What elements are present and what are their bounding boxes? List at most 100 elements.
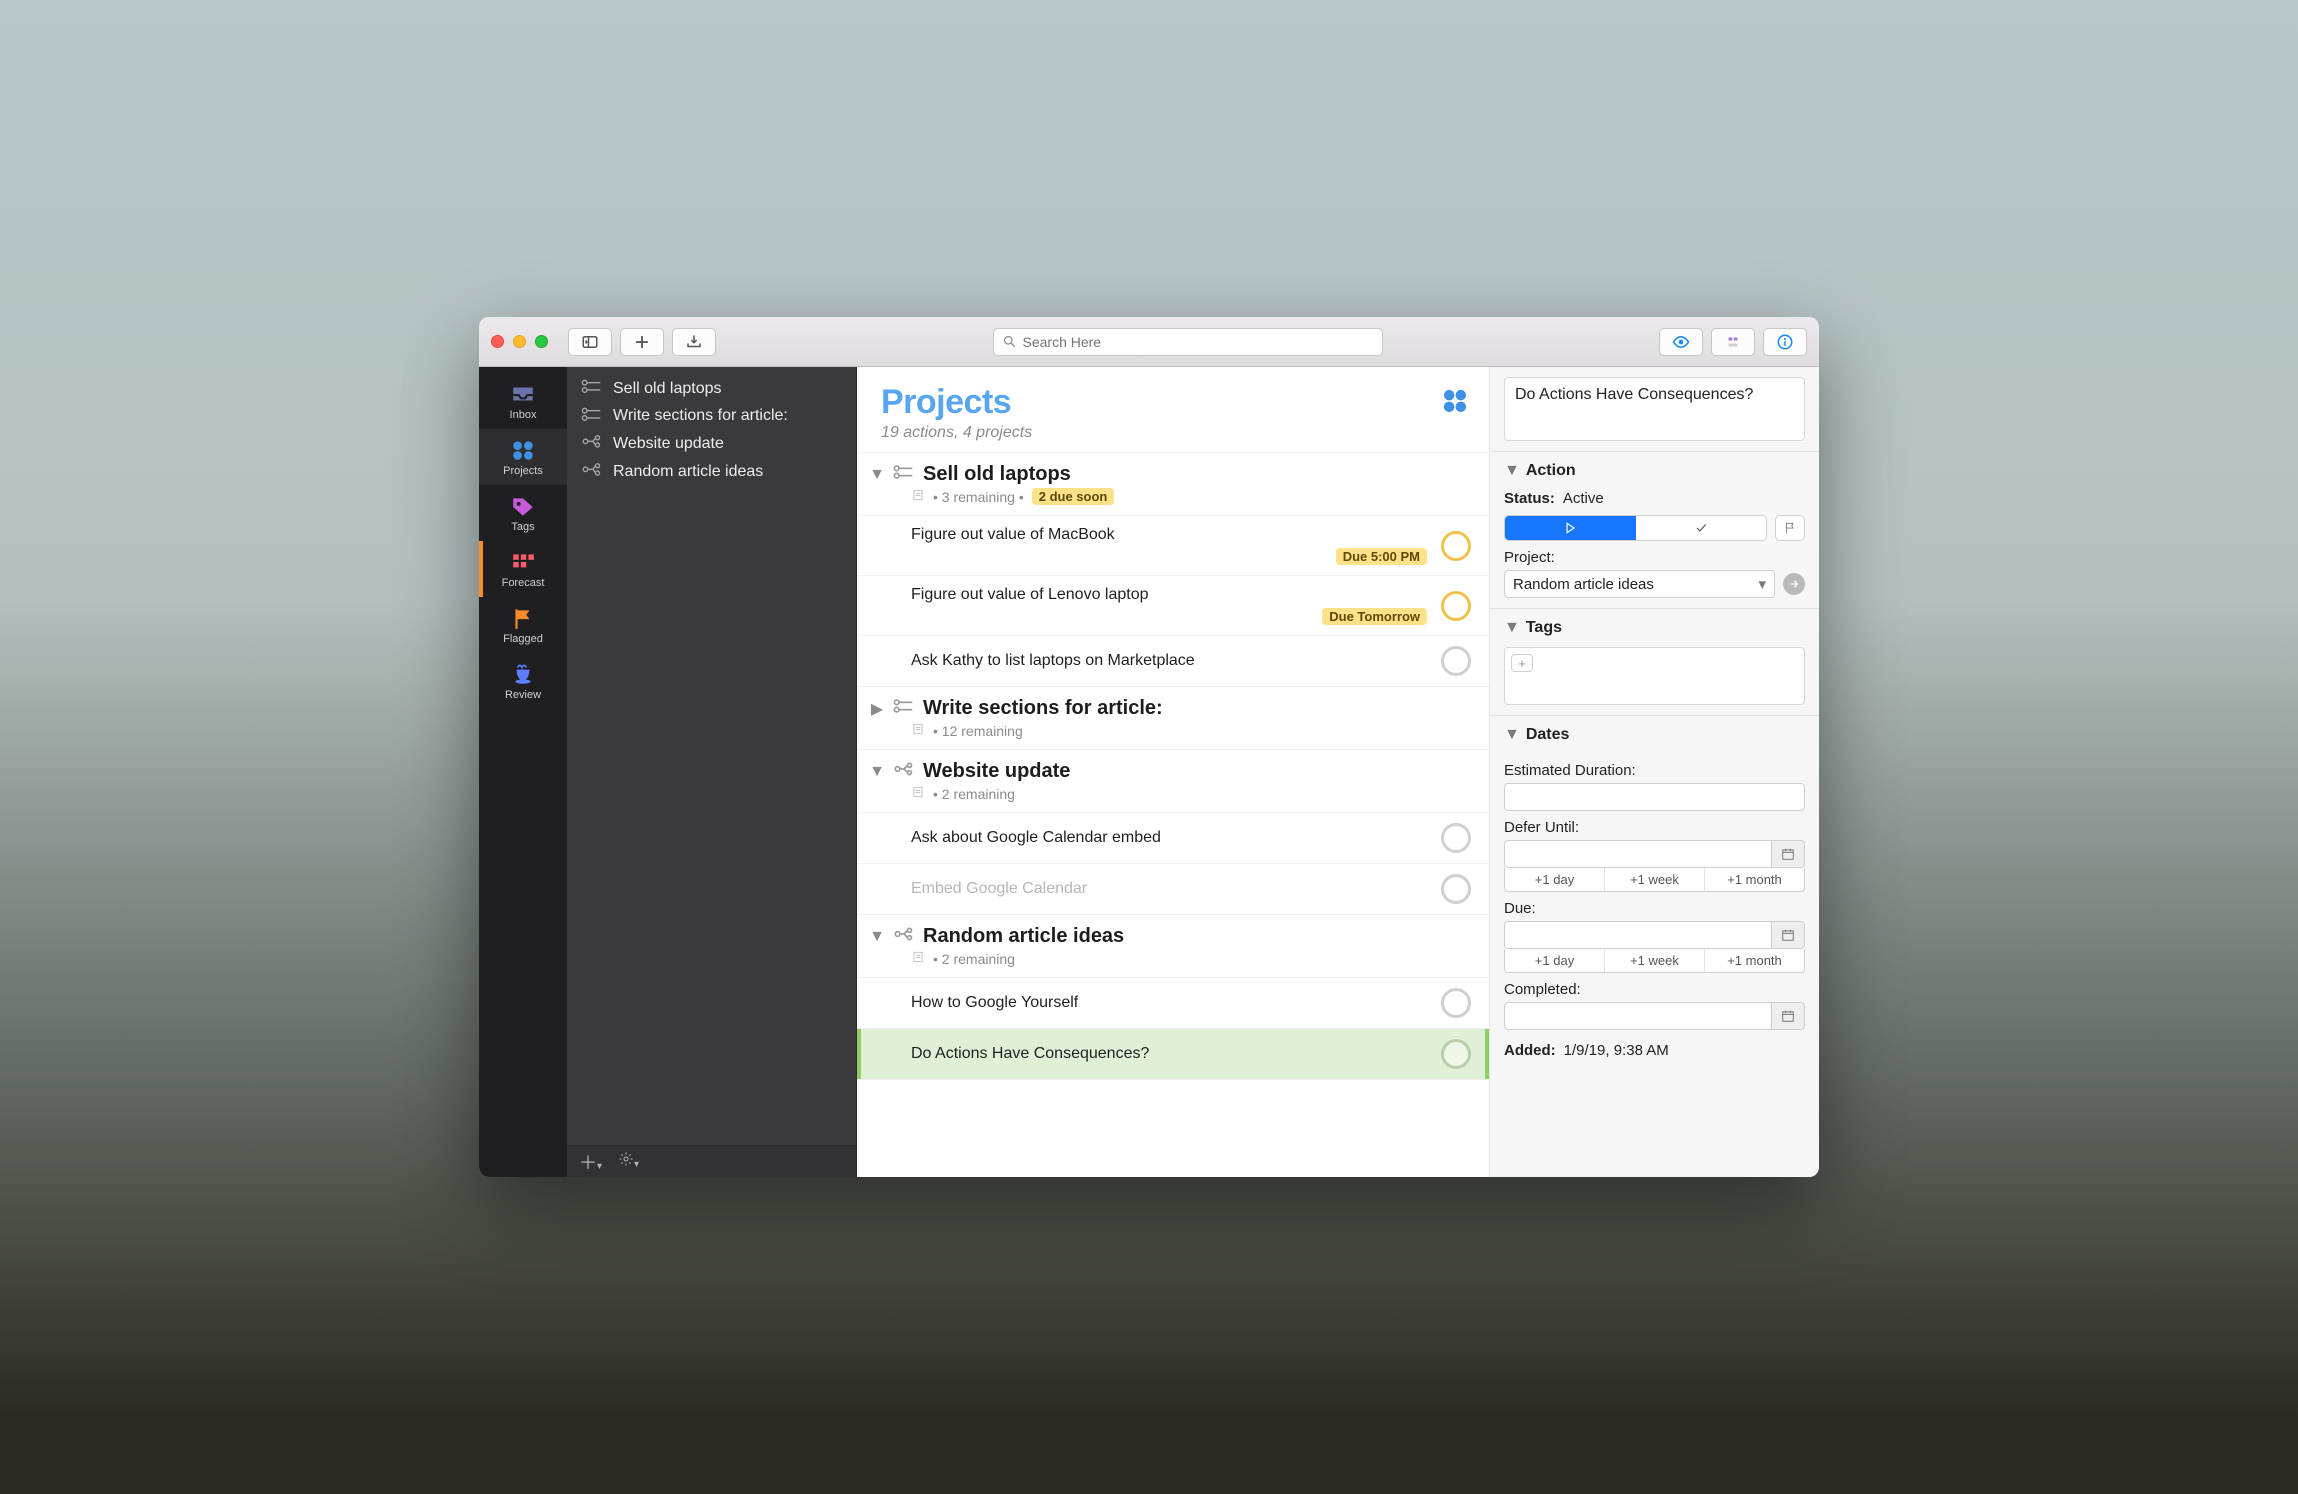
- estimated-duration-field[interactable]: [1504, 783, 1805, 811]
- defer-plus-week[interactable]: +1 week: [1605, 868, 1705, 891]
- zoom-window-button[interactable]: [535, 335, 548, 348]
- add-button[interactable]: ＋▾: [579, 1149, 602, 1175]
- perspective-badge-icon: [1441, 387, 1469, 415]
- inspector-section-tags[interactable]: ▼ Tags: [1490, 608, 1819, 643]
- close-window-button[interactable]: [491, 335, 504, 348]
- due-label: Due:: [1504, 900, 1805, 917]
- disclosure-triangle[interactable]: ▼: [869, 466, 885, 484]
- sidebar-project-name: Sell old laptops: [613, 380, 722, 398]
- perspective-tags[interactable]: Tags: [479, 485, 567, 541]
- tags-field[interactable]: +: [1504, 647, 1805, 705]
- rail-label: Projects: [503, 465, 543, 477]
- task-row[interactable]: Ask Kathy to list laptops on Marketplace: [857, 635, 1489, 686]
- chevron-down-icon: ▼: [1504, 726, 1520, 744]
- defer-plus-month[interactable]: +1 month: [1705, 868, 1804, 891]
- inspector-section-action[interactable]: ▼ Action: [1490, 451, 1819, 486]
- complete-checkbox[interactable]: [1441, 874, 1471, 904]
- inspector-section-dates[interactable]: ▼ Dates: [1490, 715, 1819, 750]
- group-title[interactable]: Write sections for article:: [923, 697, 1163, 720]
- project-select[interactable]: Random article ideas ▾: [1504, 570, 1775, 598]
- due-calendar-button[interactable]: [1771, 921, 1805, 949]
- perspective-review[interactable]: Review: [479, 653, 567, 709]
- task-row[interactable]: Figure out value of Lenovo laptopDue Tom…: [857, 575, 1489, 635]
- completed-calendar-button[interactable]: [1771, 1002, 1805, 1030]
- group-title[interactable]: Sell old laptops: [923, 463, 1071, 486]
- perspective-projects[interactable]: Projects: [479, 429, 567, 485]
- list-panel-icon: [1724, 333, 1742, 351]
- task-row[interactable]: How to Google Yourself: [857, 977, 1489, 1028]
- sequential-icon: [893, 698, 915, 719]
- defer-plus-day[interactable]: +1 day: [1505, 868, 1605, 891]
- flag-toggle-button[interactable]: [1775, 515, 1805, 541]
- defer-calendar-button[interactable]: [1771, 840, 1805, 868]
- status-label: Status:: [1504, 490, 1555, 507]
- search-input[interactable]: [1023, 334, 1374, 350]
- complete-checkbox[interactable]: [1441, 591, 1471, 621]
- due-plus-month[interactable]: +1 month: [1705, 949, 1804, 972]
- status-active-button[interactable]: [1505, 516, 1636, 540]
- group-title[interactable]: Random article ideas: [923, 925, 1124, 948]
- task-title: Figure out value of Lenovo laptop: [911, 586, 1427, 604]
- sidebar-project[interactable]: Sell old laptops: [575, 375, 846, 403]
- task-title: Embed Google Calendar: [911, 880, 1427, 898]
- complete-checkbox[interactable]: [1441, 823, 1471, 853]
- disclosure-triangle[interactable]: ▼: [869, 763, 885, 781]
- task-row[interactable]: Figure out value of MacBookDue 5:00 PM: [857, 515, 1489, 575]
- inspector-title-field[interactable]: Do Actions Have Consequences?: [1504, 377, 1805, 441]
- due-plus-week[interactable]: +1 week: [1605, 949, 1705, 972]
- sidebar-footer: ＋▾ ▾: [567, 1145, 856, 1177]
- sidebar-project[interactable]: Website update: [575, 430, 846, 458]
- project-sidebar: Sell old laptops Write sections for arti…: [567, 367, 857, 1177]
- task-row[interactable]: Ask about Google Calendar embed: [857, 812, 1489, 863]
- due-plus-day[interactable]: +1 day: [1505, 949, 1605, 972]
- parallel-icon: [581, 462, 603, 477]
- disclosure-triangle[interactable]: ▼: [869, 928, 885, 946]
- main-content: Projects 19 actions, 4 projects ▼Sell ol…: [857, 367, 1489, 1177]
- plus-icon: [633, 333, 651, 351]
- check-icon: [1694, 521, 1708, 535]
- add-tag-button[interactable]: +: [1511, 654, 1533, 672]
- forecast-icon: [510, 551, 536, 573]
- new-action-button[interactable]: [620, 328, 664, 356]
- inspector-info-button[interactable]: [1763, 328, 1807, 356]
- task-row[interactable]: Embed Google Calendar: [857, 863, 1489, 914]
- calendar-icon: [1781, 847, 1795, 861]
- due-field[interactable]: [1504, 921, 1771, 949]
- perspective-inbox[interactable]: Inbox: [479, 373, 567, 429]
- sidebar-project[interactable]: Write sections for article:: [575, 403, 846, 431]
- quick-entry-button[interactable]: [672, 328, 716, 356]
- complete-checkbox[interactable]: [1441, 531, 1471, 561]
- rail-label: Flagged: [503, 633, 543, 645]
- added-label: Added:: [1504, 1042, 1556, 1059]
- status-segment[interactable]: [1504, 515, 1767, 541]
- sequential-icon: [581, 407, 603, 422]
- complete-checkbox[interactable]: [1441, 988, 1471, 1018]
- toggle-sidebar-button[interactable]: [568, 328, 612, 356]
- perspective-flagged[interactable]: Flagged: [479, 597, 567, 653]
- note-icon: [911, 950, 925, 967]
- complete-checkbox[interactable]: [1441, 1039, 1471, 1069]
- project-group: ▶Write sections for article:• 12 remaini…: [857, 687, 1489, 750]
- flag-outline-icon: [1783, 521, 1797, 535]
- sidebar-project[interactable]: Random article ideas: [575, 458, 846, 486]
- perspective-forecast[interactable]: Forecast: [479, 541, 567, 597]
- gear-button[interactable]: ▾: [618, 1151, 639, 1172]
- goto-project-button[interactable]: [1783, 573, 1805, 595]
- chevron-down-icon: ▼: [1504, 619, 1520, 637]
- search-field[interactable]: [993, 328, 1383, 356]
- defer-field[interactable]: [1504, 840, 1771, 868]
- view-options-button[interactable]: [1659, 328, 1703, 356]
- group-title[interactable]: Website update: [923, 760, 1070, 783]
- info-icon: [1776, 333, 1794, 351]
- disclosure-triangle[interactable]: ▶: [869, 699, 885, 719]
- complete-checkbox[interactable]: [1441, 646, 1471, 676]
- sidebar-project-name: Write sections for article:: [613, 407, 788, 425]
- due-badge: Due 5:00 PM: [1336, 548, 1427, 565]
- toggle-inspector-button[interactable]: [1711, 328, 1755, 356]
- project-group: ▼Random article ideas• 2 remainingHow to…: [857, 915, 1489, 1080]
- minimize-window-button[interactable]: [513, 335, 526, 348]
- task-row[interactable]: Do Actions Have Consequences?: [857, 1028, 1489, 1079]
- completed-field[interactable]: [1504, 1002, 1771, 1030]
- review-icon: [510, 663, 536, 685]
- status-completed-button[interactable]: [1636, 516, 1767, 540]
